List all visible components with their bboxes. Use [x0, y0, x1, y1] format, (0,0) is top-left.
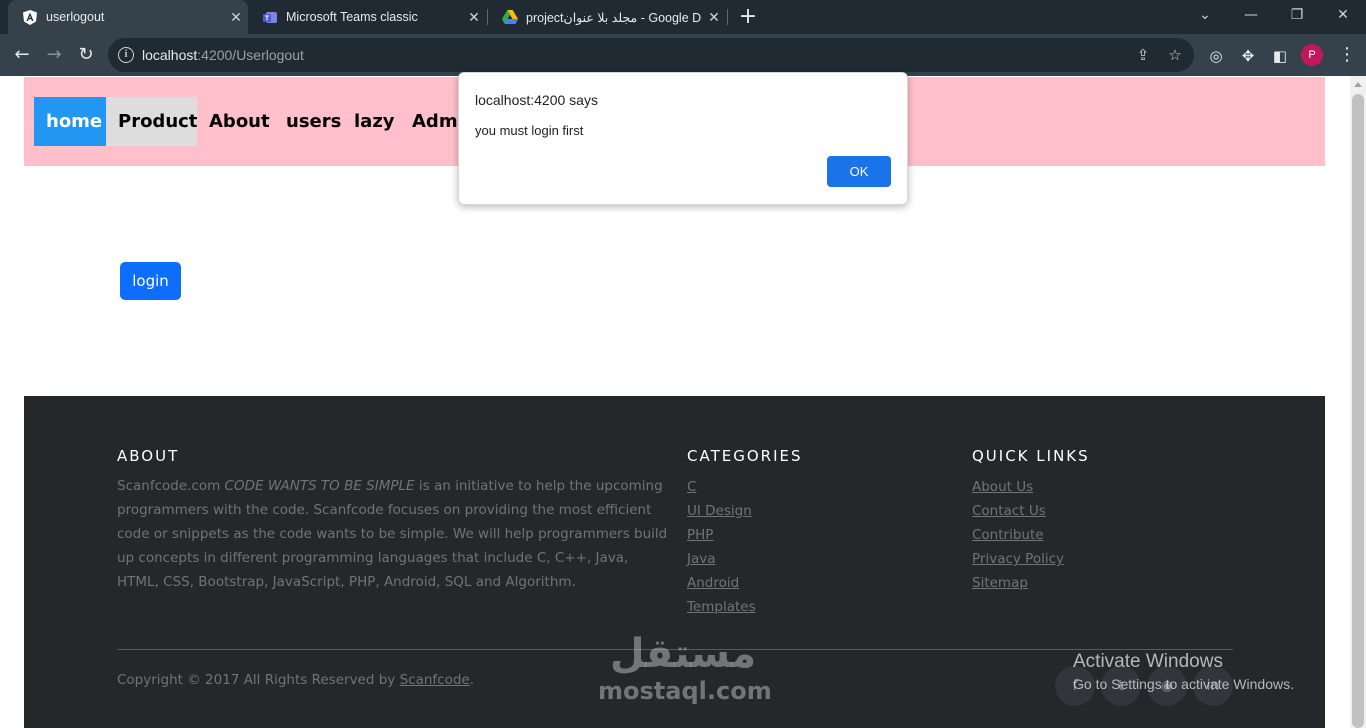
tab-title: projectمجلد بلا عنوان - Google Dr: [526, 10, 702, 25]
watermark-arabic: مستقل: [609, 631, 757, 677]
footer-categories-list: C UI Design PHP Java Android Templates: [687, 474, 756, 618]
address-bar[interactable]: i localhost:4200/Userlogout ⇪ ☆: [108, 38, 1194, 72]
list-item: Sitemap: [972, 570, 1064, 594]
about-emphasis: CODE WANTS TO BE SIMPLE: [224, 478, 415, 494]
svg-text:T: T: [265, 16, 270, 23]
tab-separator: [727, 9, 728, 25]
close-tab-icon[interactable]: ✕: [702, 9, 726, 26]
tab-google-drive[interactable]: projectمجلد بلا عنوان - Google Dr ✕: [488, 0, 726, 34]
category-link-ui-design[interactable]: UI Design: [687, 503, 752, 519]
scrollbar-thumb[interactable]: [1352, 94, 1364, 728]
url-host: localhost: [142, 47, 198, 63]
close-tab-icon[interactable]: ✕: [462, 9, 486, 26]
footer-quick-links-heading: QUICK LINKS: [972, 447, 1090, 465]
quick-link-contact-us[interactable]: Contact Us: [972, 503, 1046, 519]
url-path: :4200/Userlogout: [197, 47, 304, 63]
footer-about-heading: ABOUT: [117, 447, 180, 465]
list-item: Contact Us: [972, 498, 1064, 522]
activate-subtitle: Go to Settings to activate Windows.: [1073, 676, 1294, 692]
share-icon[interactable]: ⇪: [1134, 46, 1152, 64]
tab-search-chevron-icon[interactable]: ⌄: [1182, 0, 1228, 30]
copyright-text: Copyright © 2017 All Rights Reserved by …: [117, 672, 475, 688]
close-window-icon[interactable]: ✕: [1320, 0, 1366, 30]
nav-product[interactable]: Product: [106, 97, 197, 146]
tab-title: userlogout: [46, 10, 105, 24]
forward-arrow-icon[interactable]: →: [41, 42, 67, 68]
alert-title: localhost:4200 says: [475, 92, 598, 108]
alert-message: you must login first: [475, 123, 584, 138]
google-drive-icon: [502, 9, 518, 25]
nav-lazy[interactable]: lazy: [342, 97, 407, 146]
alert-dialog: localhost:4200 says you must login first…: [458, 72, 908, 205]
new-tab-plus-icon[interactable]: +: [736, 4, 760, 30]
browser-menu-icon[interactable]: ⋮: [1338, 43, 1356, 67]
tab-title: Microsoft Teams classic: [286, 10, 418, 24]
nav-about[interactable]: About: [197, 97, 282, 146]
tab-microsoft-teams[interactable]: T Microsoft Teams classic ✕: [248, 0, 486, 34]
category-link-c[interactable]: C: [687, 479, 696, 495]
watermark-latin: mostaql.com: [598, 677, 772, 705]
category-link-java[interactable]: Java: [687, 551, 716, 567]
browser-tab-strip: userlogout ✕ T Microsoft Teams classic ✕…: [0, 0, 1366, 34]
quick-link-about-us[interactable]: About Us: [972, 479, 1033, 495]
browser-toolbar: ← → ↻ i localhost:4200/Userlogout ⇪ ☆ ◎ …: [0, 34, 1366, 76]
back-arrow-icon[interactable]: ←: [9, 42, 35, 68]
list-item: C: [687, 474, 756, 498]
list-item: Templates: [687, 594, 756, 618]
list-item: About Us: [972, 474, 1064, 498]
activate-windows-notice: Activate Windows Go to Settings to activ…: [1073, 650, 1294, 694]
page-scrollbar[interactable]: [1350, 76, 1366, 728]
nav-home[interactable]: home: [34, 97, 106, 146]
category-link-android[interactable]: Android: [687, 575, 739, 591]
category-link-php[interactable]: PHP: [687, 527, 713, 543]
footer-about-text: Scanfcode.com CODE WANTS TO BE SIMPLE is…: [117, 478, 668, 590]
reload-icon[interactable]: ↻: [73, 42, 99, 68]
tab-userlogout[interactable]: userlogout ✕: [8, 0, 248, 34]
close-tab-icon[interactable]: ✕: [224, 9, 248, 26]
category-link-templates[interactable]: Templates: [687, 599, 756, 615]
list-item: Java: [687, 546, 756, 570]
login-button[interactable]: login: [120, 262, 181, 300]
list-item: Android: [687, 570, 756, 594]
alert-ok-button[interactable]: OK: [827, 156, 891, 187]
footer-quick-links-list: About Us Contact Us Contribute Privacy P…: [972, 474, 1064, 594]
teams-icon: T: [262, 9, 278, 25]
quick-link-sitemap[interactable]: Sitemap: [972, 575, 1028, 591]
media-control-icon[interactable]: ◎: [1206, 46, 1226, 66]
mostaql-watermark: مستقل mostaql.com: [598, 629, 772, 705]
activate-title: Activate Windows: [1073, 651, 1223, 672]
extensions-puzzle-icon[interactable]: ✥: [1238, 46, 1258, 66]
copyright-link[interactable]: Scanfcode: [400, 672, 470, 688]
restore-icon[interactable]: ❐: [1274, 0, 1320, 30]
quick-link-contribute[interactable]: Contribute: [972, 527, 1044, 543]
scroll-up-arrow-icon[interactable]: [1354, 82, 1362, 87]
list-item: PHP: [687, 522, 756, 546]
footer-categories-heading: CATEGORIES: [687, 447, 803, 465]
list-item: Contribute: [972, 522, 1064, 546]
minimize-icon[interactable]: —: [1228, 0, 1274, 30]
site-info-icon[interactable]: i: [118, 47, 134, 63]
quick-link-privacy-policy[interactable]: Privacy Policy: [972, 551, 1064, 567]
bookmark-star-icon[interactable]: ☆: [1166, 46, 1184, 64]
url-text[interactable]: localhost:4200/Userlogout: [142, 38, 304, 72]
list-item: Privacy Policy: [972, 546, 1064, 570]
side-panel-icon[interactable]: ◧: [1270, 46, 1290, 66]
list-item: UI Design: [687, 498, 756, 522]
angular-icon: [22, 9, 38, 25]
profile-avatar[interactable]: P: [1301, 44, 1323, 66]
